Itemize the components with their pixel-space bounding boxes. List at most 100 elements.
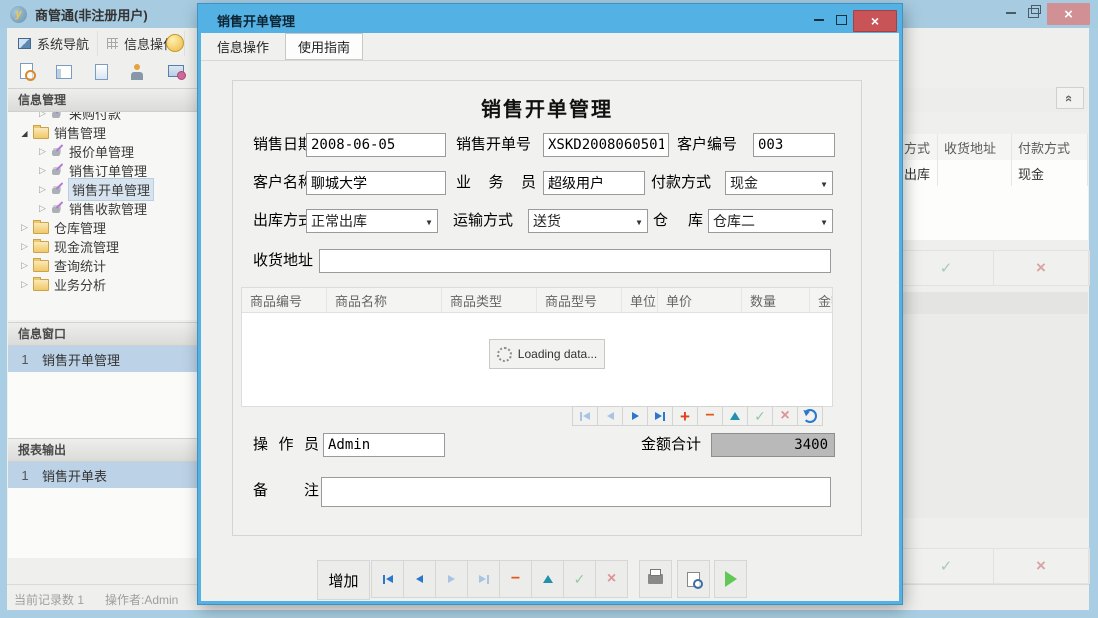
tree-item-quote-mgmt[interactable]: 报价单管理: [8, 142, 199, 161]
dropdown-arrow-icon[interactable]: [816, 175, 832, 191]
dialog-close-button[interactable]: [853, 10, 897, 32]
column-header[interactable]: 单价: [658, 288, 742, 312]
tree-item-warehouse-mgmt[interactable]: 仓库管理: [8, 218, 199, 237]
column-header[interactable]: 金额: [810, 288, 833, 312]
tree-item-cashflow-mgmt[interactable]: 现金流管理: [8, 237, 199, 256]
refresh-button[interactable]: [797, 406, 823, 426]
tree-item-label[interactable]: 业务分析: [54, 275, 106, 294]
order-no-input[interactable]: [543, 133, 669, 157]
delete-record-button[interactable]: [697, 406, 723, 426]
confirm-check-button[interactable]: [899, 549, 994, 583]
operator-input[interactable]: [323, 433, 445, 457]
sale-date-input[interactable]: [306, 133, 446, 157]
column-header[interactable]: 商品编号: [242, 288, 327, 312]
expander-collapsed-icon[interactable]: [18, 241, 31, 252]
tree-item-query-stats[interactable]: 查询统计: [8, 256, 199, 275]
prev-record-button[interactable]: [403, 560, 436, 598]
address-input[interactable]: [319, 249, 831, 273]
delete-button[interactable]: [499, 560, 532, 598]
dialog-minimize-button[interactable]: [808, 9, 830, 31]
last-record-button[interactable]: [647, 406, 673, 426]
tree-item-label[interactable]: 销售收款管理: [69, 199, 147, 218]
add-button[interactable]: 增加: [317, 560, 370, 600]
edit-button[interactable]: [531, 560, 564, 598]
expander-collapsed-icon[interactable]: [36, 203, 49, 214]
tree-item-label-selected[interactable]: 销售开单管理: [69, 179, 153, 200]
column-header[interactable]: 商品名称: [327, 288, 442, 312]
salesman-input[interactable]: [543, 171, 645, 195]
nav-tab-system[interactable]: 系统导航: [10, 31, 98, 56]
column-header[interactable]: 单位: [622, 288, 658, 312]
tab-info-operation[interactable]: 信息操作: [205, 34, 281, 59]
post-record-button[interactable]: [747, 406, 773, 426]
list-item-label[interactable]: 销售开单管理: [42, 350, 120, 369]
cancel-record-button[interactable]: [772, 406, 798, 426]
collapse-chevrons-icon[interactable]: [1056, 87, 1084, 109]
main-restore-button[interactable]: [1022, 0, 1044, 26]
toolbar-search-button[interactable]: [10, 58, 44, 86]
customer-no-input[interactable]: [753, 133, 835, 157]
clock-icon[interactable]: [166, 34, 184, 52]
toolbar-document-button[interactable]: [84, 58, 118, 86]
dialog-maximize-button[interactable]: [830, 9, 852, 31]
remark-input[interactable]: [321, 477, 831, 507]
tree-item-label[interactable]: 现金流管理: [54, 237, 119, 256]
main-close-button[interactable]: [1047, 3, 1090, 25]
print-button[interactable]: [639, 560, 672, 598]
tree-item-label[interactable]: 报价单管理: [69, 142, 134, 161]
tree-item-label[interactable]: 仓库管理: [54, 218, 106, 237]
expander-collapsed-icon[interactable]: [18, 279, 31, 290]
confirm-check-button[interactable]: [899, 251, 994, 285]
first-record-button[interactable]: [572, 406, 598, 426]
expander-collapsed-icon[interactable]: [18, 222, 31, 233]
first-record-button[interactable]: [371, 560, 404, 598]
expander-collapsed-icon[interactable]: [36, 165, 49, 176]
tree-item-sales-order-mgmt[interactable]: 销售订单管理: [8, 161, 199, 180]
prev-record-button[interactable]: [597, 406, 623, 426]
post-button[interactable]: [563, 560, 596, 598]
last-record-button[interactable]: [467, 560, 500, 598]
insert-record-button[interactable]: [672, 406, 698, 426]
run-button[interactable]: [714, 560, 747, 598]
warehouse-select[interactable]: 仓库二: [708, 209, 833, 233]
column-header[interactable]: 商品类型: [442, 288, 537, 312]
tree-item-label[interactable]: 销售订单管理: [69, 161, 147, 180]
list-item[interactable]: 1 销售开单表: [8, 462, 199, 488]
expander-collapsed-icon[interactable]: [18, 260, 31, 271]
tree-item-sales-receipt-mgmt[interactable]: 销售收款管理: [8, 199, 199, 218]
dropdown-arrow-icon[interactable]: [631, 213, 647, 229]
outbound-select[interactable]: 正常出库: [306, 209, 438, 233]
next-record-button[interactable]: [622, 406, 648, 426]
tree-item-sales-billing-mgmt[interactable]: 销售开单管理: [8, 180, 199, 199]
cancel-cross-button[interactable]: [994, 251, 1089, 285]
cancel-cross-button[interactable]: [994, 549, 1089, 583]
toolbar-monitor-button[interactable]: [160, 58, 194, 86]
toolbar-user-button[interactable]: [122, 58, 156, 86]
dropdown-arrow-icon[interactable]: [421, 213, 437, 229]
expander-collapsed-icon[interactable]: [36, 112, 49, 119]
cancel-button[interactable]: [595, 560, 628, 598]
payment-select[interactable]: 现金: [725, 171, 833, 195]
expander-expanded-icon[interactable]: [18, 128, 31, 138]
tree-item-purchase-payment[interactable]: 采购付款: [8, 112, 199, 123]
customer-name-input[interactable]: [306, 171, 446, 195]
tab-user-guide[interactable]: 使用指南: [285, 33, 363, 60]
list-item-label[interactable]: 销售开单表: [42, 466, 107, 485]
next-record-button[interactable]: [435, 560, 468, 598]
tree-item-label[interactable]: 销售管理: [54, 123, 106, 142]
column-header[interactable]: 商品型号: [537, 288, 622, 312]
tree-item-business-analysis[interactable]: 业务分析: [8, 275, 199, 294]
tree-item-label[interactable]: 采购付款: [69, 112, 121, 123]
expander-collapsed-icon[interactable]: [36, 146, 49, 157]
tree-item-sales-mgmt[interactable]: 销售管理: [8, 123, 199, 142]
preview-button[interactable]: [677, 560, 710, 598]
column-header[interactable]: 数量: [742, 288, 810, 312]
toolbar-list-button[interactable]: [47, 58, 81, 86]
dropdown-arrow-icon[interactable]: [816, 213, 832, 229]
edit-record-button[interactable]: [722, 406, 748, 426]
expander-collapsed-icon[interactable]: [36, 184, 49, 195]
tree-item-label[interactable]: 查询统计: [54, 256, 106, 275]
list-item[interactable]: 1 销售开单管理: [8, 346, 199, 372]
transport-select[interactable]: 送货: [528, 209, 648, 233]
main-minimize-button[interactable]: [1000, 0, 1022, 26]
